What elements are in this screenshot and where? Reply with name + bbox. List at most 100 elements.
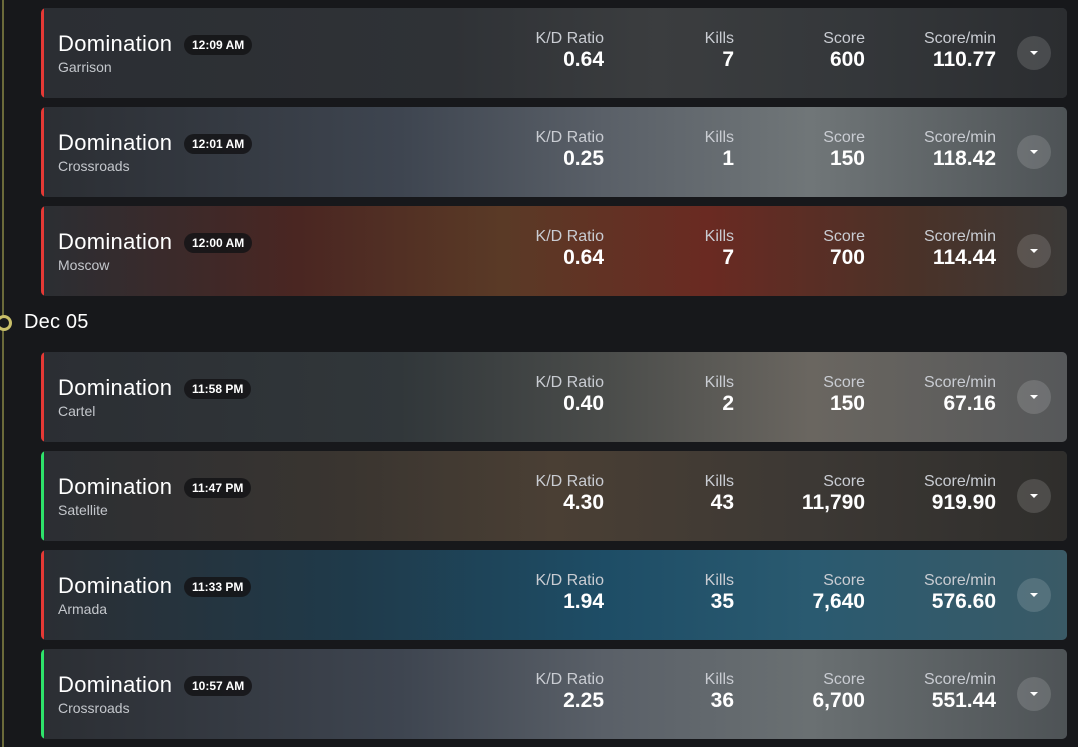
- score-per-min-label: Score/min: [923, 473, 996, 490]
- kills-stat: Kills 1: [705, 128, 734, 170]
- score-per-min-stat: Score/min 114.44: [924, 227, 996, 269]
- result-accent-bar: [41, 107, 44, 197]
- match-card[interactable]: Domination 12:00 AM Moscow K/D Ratio 0.6…: [41, 206, 1067, 296]
- map-name: Garrison: [58, 59, 112, 75]
- score-label: Score: [823, 671, 865, 688]
- expand-button[interactable]: [1017, 234, 1051, 268]
- match-card[interactable]: Domination 11:58 PM Cartel K/D Ratio 0.4…: [41, 352, 1067, 442]
- kd-label: K/D Ratio: [535, 374, 604, 391]
- chevron-down-icon: [1030, 51, 1038, 55]
- kills-label: Kills: [704, 129, 734, 146]
- kd-value: 0.25: [563, 147, 604, 170]
- result-accent-bar: [41, 649, 44, 739]
- score-label: Score: [823, 129, 865, 146]
- kd-stat: K/D Ratio 0.40: [536, 373, 604, 415]
- chevron-down-icon: [1030, 249, 1038, 253]
- kd-value: 0.40: [563, 392, 604, 415]
- match-card[interactable]: Domination 12:01 AM Crossroads K/D Ratio…: [41, 107, 1067, 197]
- score-per-min-value: 551.44: [931, 689, 996, 712]
- kills-value: 1: [722, 147, 734, 170]
- result-accent-bar: [41, 8, 44, 98]
- score-per-min-stat: Score/min 919.90: [924, 472, 996, 514]
- game-mode: Domination: [58, 229, 173, 254]
- score-per-min-stat: Score/min 576.60: [924, 571, 996, 613]
- score-per-min-label: Score/min: [923, 671, 996, 688]
- score-per-min-value: 576.60: [931, 590, 996, 613]
- match-time-badge: 10:57 AM: [184, 676, 253, 696]
- kills-stat: Kills 35: [705, 571, 734, 613]
- game-mode: Domination: [58, 375, 173, 400]
- kills-label: Kills: [704, 572, 734, 589]
- kd-label: K/D Ratio: [535, 473, 604, 490]
- kd-value: 0.64: [563, 48, 604, 71]
- kills-stat: Kills 2: [705, 373, 734, 415]
- result-accent-bar: [41, 206, 44, 296]
- kills-value: 35: [710, 590, 734, 613]
- kills-label: Kills: [704, 30, 734, 47]
- game-mode: Domination: [58, 573, 173, 598]
- score-per-min-label: Score/min: [923, 129, 996, 146]
- timeline-dot-icon: [0, 315, 12, 331]
- match-card[interactable]: Domination 10:57 AM Crossroads K/D Ratio…: [41, 649, 1067, 739]
- kd-label: K/D Ratio: [535, 129, 604, 146]
- score-per-min-value: 110.77: [932, 48, 996, 71]
- kd-stat: K/D Ratio 0.25: [536, 128, 604, 170]
- score-per-min-label: Score/min: [923, 228, 996, 245]
- map-name: Moscow: [58, 257, 110, 273]
- score-per-min-label: Score/min: [923, 572, 996, 589]
- chevron-down-icon: [1030, 395, 1038, 399]
- chevron-down-icon: [1030, 593, 1038, 597]
- score-label: Score: [823, 572, 865, 589]
- expand-button[interactable]: [1017, 380, 1051, 414]
- expand-button[interactable]: [1017, 578, 1051, 612]
- kd-value: 1.94: [563, 590, 604, 613]
- kills-label: Kills: [704, 374, 734, 391]
- kd-label: K/D Ratio: [535, 671, 604, 688]
- match-history: Dec 05 Domination 12:09 AM Garrison K/D …: [0, 0, 1078, 747]
- map-name: Crossroads: [58, 700, 130, 716]
- expand-button[interactable]: [1017, 677, 1051, 711]
- kills-value: 43: [710, 491, 734, 514]
- kills-label: Kills: [704, 228, 734, 245]
- score-per-min-stat: Score/min 67.16: [924, 373, 996, 415]
- score-value: 7,640: [812, 590, 865, 613]
- score-stat: Score 150: [823, 128, 865, 170]
- kd-stat: K/D Ratio 0.64: [536, 227, 604, 269]
- score-stat: Score 150: [823, 373, 865, 415]
- kills-value: 2: [722, 392, 734, 415]
- score-stat: Score 11,790: [802, 472, 865, 514]
- score-stat: Score 7,640: [812, 571, 865, 613]
- score-per-min-value: 67.16: [943, 392, 996, 415]
- score-per-min-stat: Score/min 551.44: [924, 670, 996, 712]
- match-card[interactable]: Domination 12:09 AM Garrison K/D Ratio 0…: [41, 8, 1067, 98]
- kills-label: Kills: [704, 671, 734, 688]
- score-per-min-value: 919.90: [931, 491, 996, 514]
- score-stat: Score 600: [823, 29, 865, 71]
- match-card[interactable]: Domination 11:47 PM Satellite K/D Ratio …: [41, 451, 1067, 541]
- score-label: Score: [823, 228, 865, 245]
- match-time-badge: 11:33 PM: [184, 577, 252, 597]
- kd-value: 0.64: [563, 246, 604, 269]
- expand-button[interactable]: [1017, 135, 1051, 169]
- kills-label: Kills: [704, 473, 734, 490]
- kd-stat: K/D Ratio 0.64: [536, 29, 604, 71]
- score-value: 700: [829, 246, 865, 269]
- game-mode: Domination: [58, 31, 173, 56]
- expand-button[interactable]: [1017, 479, 1051, 513]
- score-value: 11,790: [801, 491, 865, 514]
- kd-stat: K/D Ratio 2.25: [536, 670, 604, 712]
- kills-stat: Kills 7: [705, 29, 734, 71]
- match-time-badge: 11:58 PM: [184, 379, 252, 399]
- score-label: Score: [823, 30, 865, 47]
- match-card[interactable]: Domination 11:33 PM Armada K/D Ratio 1.9…: [41, 550, 1067, 640]
- kills-stat: Kills 43: [705, 472, 734, 514]
- kd-label: K/D Ratio: [535, 572, 604, 589]
- map-name: Satellite: [58, 502, 108, 518]
- game-mode: Domination: [58, 672, 173, 697]
- expand-button[interactable]: [1017, 36, 1051, 70]
- score-stat: Score 700: [823, 227, 865, 269]
- chevron-down-icon: [1030, 494, 1038, 498]
- score-per-min-stat: Score/min 118.42: [924, 128, 996, 170]
- score-value: 600: [829, 48, 865, 71]
- kd-label: K/D Ratio: [535, 228, 604, 245]
